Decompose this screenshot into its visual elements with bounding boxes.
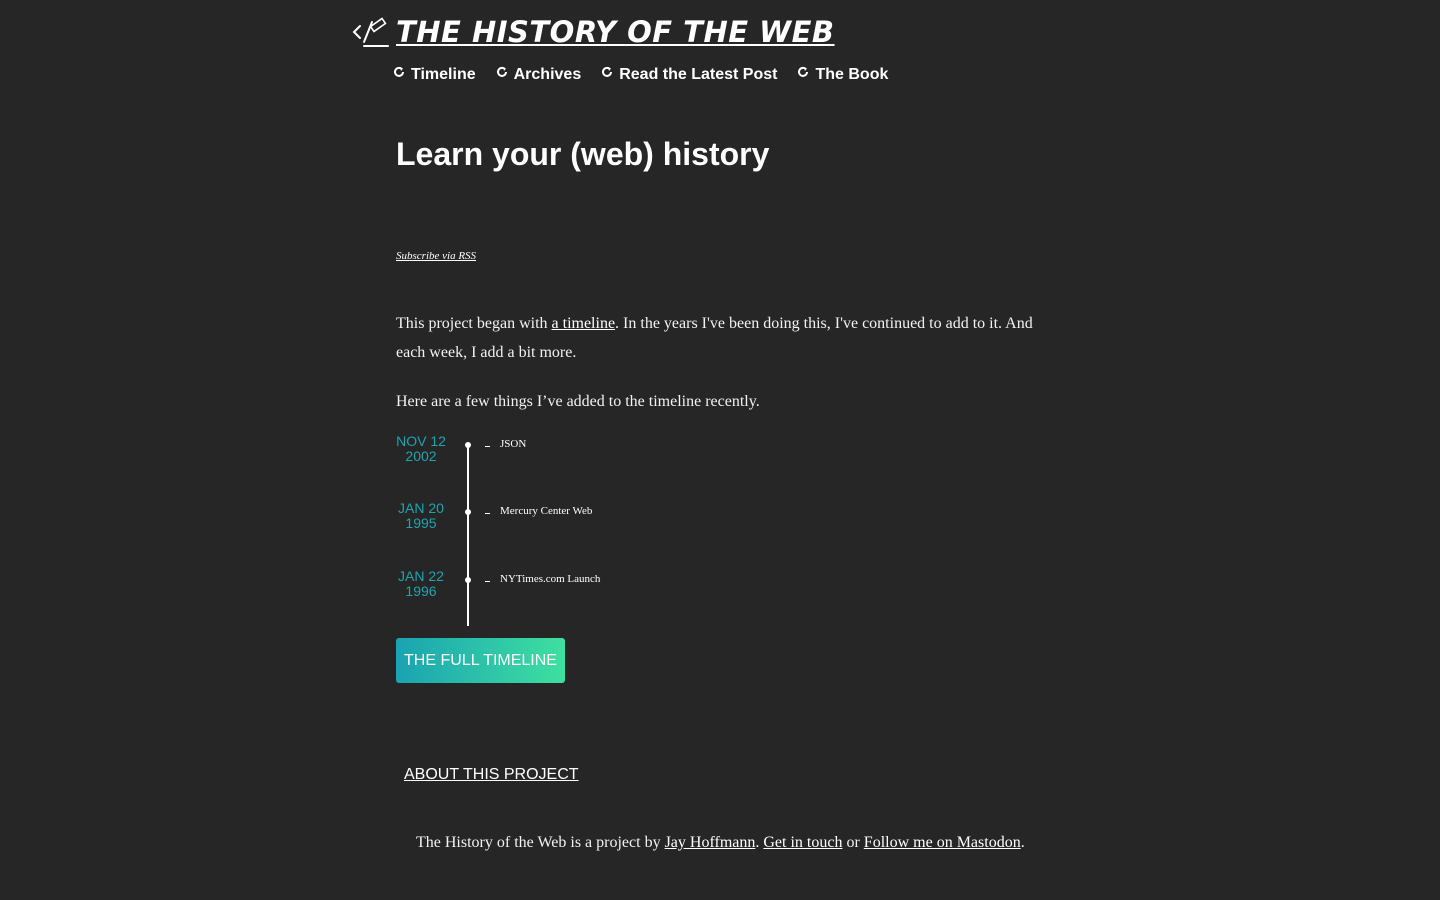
timeline-dot — [465, 442, 471, 448]
refresh-icon — [394, 66, 404, 77]
nav-item-latest-post[interactable]: Read the Latest Post — [601, 66, 777, 84]
refresh-icon — [798, 66, 809, 77]
site-header: THE HISTORY OF THE WEB — [352, 14, 835, 50]
footer-end: . — [1020, 834, 1025, 851]
timeline-date-year: 2002 — [405, 448, 437, 464]
get-in-touch-link[interactable]: Get in touch — [763, 834, 842, 851]
refresh-icon — [496, 66, 507, 77]
timeline-dot — [465, 577, 471, 583]
subscribe-rss-link[interactable]: Subscribe via RSS — [396, 250, 476, 262]
page-title: Learn your (web) history — [396, 136, 770, 172]
timeline-entry-label[interactable]: Mercury Center Web — [500, 505, 592, 517]
timeline-inline-link[interactable]: a timeline — [552, 315, 616, 332]
nav-item-label: Archives — [513, 66, 582, 83]
timeline-date: JAN 22 1996 — [396, 569, 446, 599]
timeline-entry-label[interactable]: JSON — [500, 438, 526, 450]
timeline-dot — [465, 509, 471, 515]
nav-item-label: Timeline — [411, 66, 476, 83]
intro-paragraph-recent: Here are a few things I’ve added to the … — [396, 393, 760, 410]
timeline-connector — [485, 513, 490, 514]
timeline-entry[interactable]: NOV 12 2002 JSON — [396, 434, 696, 474]
timeline-date: NOV 12 2002 — [396, 434, 446, 464]
code-wand-icon[interactable] — [352, 16, 392, 48]
intro-paragraph: This project began with a timeline. In t… — [396, 309, 1046, 367]
footer: The History of the Web is a project by J… — [416, 834, 1025, 852]
intro-text-before: This project began with — [396, 315, 552, 332]
footer-separator: or — [842, 834, 864, 851]
site-title[interactable]: THE HISTORY OF THE WEB — [396, 14, 835, 50]
author-link[interactable]: Jay Hoffmann — [665, 834, 756, 851]
timeline-connector — [485, 446, 490, 447]
timeline-date-day: NOV 12 — [396, 433, 446, 449]
timeline-entry[interactable]: JAN 22 1996 NYTimes.com Launch — [396, 569, 696, 609]
main-nav: Timeline Archives Read the Latest Post T… — [393, 66, 888, 84]
timeline-date: JAN 20 1995 — [396, 501, 446, 531]
timeline-date-day: JAN 22 — [398, 568, 444, 584]
timeline-entry[interactable]: JAN 20 1995 Mercury Center Web — [396, 501, 696, 541]
timeline-connector — [485, 581, 490, 582]
timeline-date-year: 1995 — [405, 515, 437, 531]
refresh-icon — [602, 66, 613, 77]
nav-item-the-book[interactable]: The Book — [797, 66, 888, 84]
footer-text: The History of the Web is a project by — [416, 834, 665, 851]
recent-timeline: NOV 12 2002 JSON JAN 20 1995 Mercury Cen… — [396, 434, 696, 626]
nav-item-label: Read the Latest Post — [619, 66, 778, 83]
mastodon-link[interactable]: Follow me on Mastodon — [864, 834, 1021, 851]
timeline-date-day: JAN 20 — [398, 500, 444, 516]
timeline-date-year: 1996 — [405, 583, 437, 599]
timeline-entry-label[interactable]: NYTimes.com Launch — [500, 573, 600, 585]
nav-item-label: The Book — [815, 66, 889, 83]
intro-text: This project began with a timeline. In t… — [396, 309, 1046, 436]
full-timeline-button[interactable]: THE FULL TIMELINE — [396, 638, 565, 683]
about-project-link[interactable]: ABOUT THIS PROJECT — [404, 766, 579, 784]
nav-item-archives[interactable]: Archives — [496, 66, 582, 84]
nav-item-timeline[interactable]: Timeline — [393, 66, 476, 84]
